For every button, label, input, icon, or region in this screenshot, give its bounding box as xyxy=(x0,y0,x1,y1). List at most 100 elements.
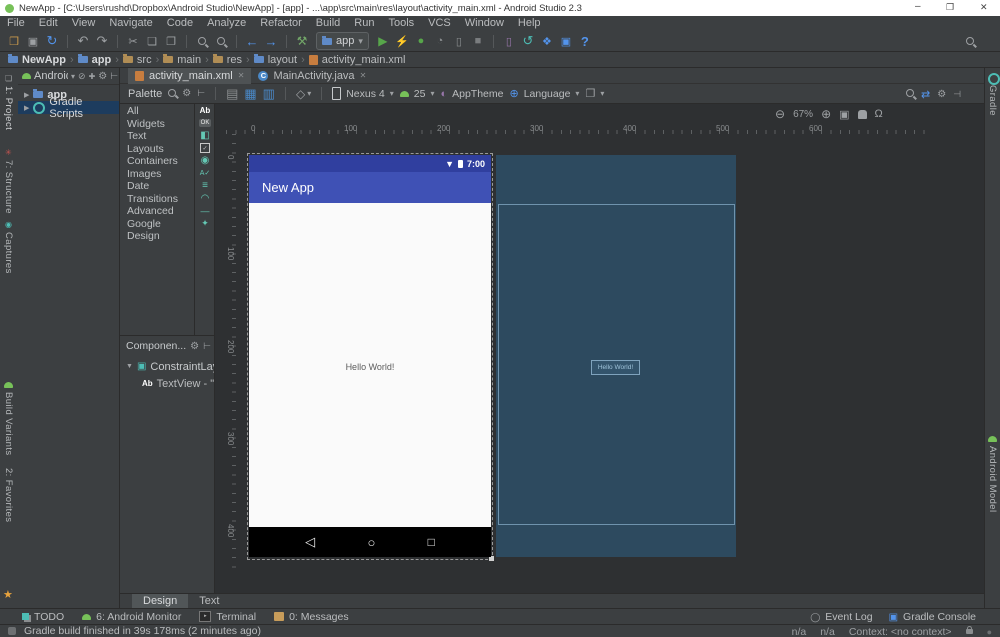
close-tab-icon[interactable]: ✕ xyxy=(360,71,367,80)
menu-file[interactable]: File xyxy=(0,16,32,31)
back-icon[interactable]: ← xyxy=(244,32,260,50)
tool-button-structure[interactable]: 7: Structure xyxy=(3,160,14,214)
tab-design-mode[interactable]: Design xyxy=(132,594,188,609)
breadcrumb-item-main[interactable]: main xyxy=(163,54,201,66)
switch-editor-icon[interactable]: ⇄ xyxy=(921,88,930,101)
zoom-in-icon[interactable]: ⊕ xyxy=(821,107,831,121)
run-configuration-select[interactable]: app ▾ xyxy=(316,32,369,50)
palette-category-advanced[interactable]: Advanced xyxy=(120,205,193,218)
editor-settings-gear-icon[interactable]: ⚙ xyxy=(937,89,946,100)
attach-debugger-icon[interactable]: ▯ xyxy=(451,32,467,50)
menu-code[interactable]: Code xyxy=(160,16,200,31)
language-selector[interactable]: ⊕ Language ▾ xyxy=(509,87,579,100)
tool-button-android-model[interactable]: Android Model xyxy=(987,446,998,512)
expander-icon[interactable]: ▶ xyxy=(24,104,29,112)
tool-button-todo[interactable]: TODO xyxy=(22,611,64,623)
help-icon[interactable]: ? xyxy=(577,32,593,50)
stop-icon[interactable]: ■ xyxy=(470,32,486,50)
maximize-button[interactable]: ❐ xyxy=(946,2,954,13)
spinner-widget-icon[interactable]: ≡ xyxy=(195,180,215,193)
checkbox-widget-icon[interactable]: ✓ xyxy=(195,142,215,155)
cut-icon[interactable]: ✂ xyxy=(125,32,141,50)
tool-button-terminal[interactable]: ▸Terminal xyxy=(199,611,256,623)
tool-button-project[interactable]: 1: Project xyxy=(3,86,14,130)
device-selector[interactable]: Nexus 4 ▾ xyxy=(332,87,394,100)
expand-all-icon[interactable]: ✚ xyxy=(89,72,96,81)
textview-widget-icon[interactable]: Ab xyxy=(195,104,215,117)
avd-manager-icon[interactable]: ▯ xyxy=(501,32,517,50)
palette-category-design[interactable]: Design xyxy=(120,230,193,243)
design-mode-icon[interactable]: ▤ xyxy=(226,86,238,102)
editor-search-icon[interactable] xyxy=(906,88,914,100)
palette-category-google[interactable]: Google xyxy=(120,218,193,231)
palette-category-date[interactable]: Date xyxy=(120,180,193,193)
status-context[interactable]: Context: <no context> xyxy=(849,626,952,637)
sdk-manager-icon[interactable]: ❖ xyxy=(539,32,555,50)
toggle-toolwindows-icon[interactable] xyxy=(8,627,16,635)
palette-search-icon[interactable] xyxy=(168,88,176,100)
make-project-icon[interactable]: ⚒ xyxy=(294,32,310,50)
radiobutton-widget-icon[interactable]: ◉ xyxy=(195,154,215,167)
breadcrumb-item-file[interactable]: activity_main.xml xyxy=(309,54,406,66)
palette-category-images[interactable]: Images xyxy=(120,168,193,181)
api-level-selector[interactable]: 25 ▾ xyxy=(400,88,435,100)
design-surface[interactable]: ⊖ 67% ⊕ ▣ Ω 0 100 200 300 400 500 600 0 … xyxy=(214,104,984,593)
hide-palette-icon[interactable]: ⊢ xyxy=(197,88,205,99)
tool-button-build-variants[interactable]: Build Variants xyxy=(3,392,14,456)
close-tab-icon[interactable]: ✕ xyxy=(238,71,245,80)
tree-item-constraintlayout[interactable]: ▼ ▣ ConstraintLayou... xyxy=(120,360,214,373)
menu-window[interactable]: Window xyxy=(458,16,511,31)
menu-analyze[interactable]: Analyze xyxy=(200,16,253,31)
notifications-bell-icon[interactable]: Ω xyxy=(875,108,883,120)
tab-mainactivity-java[interactable]: C MainActivity.java ✕ xyxy=(251,68,373,84)
both-mode-icon[interactable]: ▥ xyxy=(263,86,275,102)
breadcrumb-item-app[interactable]: app xyxy=(78,54,112,66)
palette-category-text[interactable]: Text xyxy=(120,130,193,143)
theme-selector[interactable]: ◐ AppTheme xyxy=(440,88,503,100)
menu-help[interactable]: Help xyxy=(511,16,548,31)
menu-vcs[interactable]: VCS xyxy=(421,16,458,31)
instant-run-icon[interactable]: ⚡ xyxy=(394,32,410,50)
quickcontactbadge-widget-icon[interactable]: ✦ xyxy=(195,217,215,230)
tool-button-gradle-console[interactable]: ▣Gradle Console xyxy=(889,611,976,623)
palette-category-transitions[interactable]: Transitions xyxy=(120,193,193,206)
hide-tree-icon[interactable]: ⊢ xyxy=(203,341,211,352)
breadcrumb-item-src[interactable]: src xyxy=(123,54,152,66)
palette-category-layouts[interactable]: Layouts xyxy=(120,143,193,156)
sync-project-gradle-icon[interactable]: ↺ xyxy=(520,32,536,50)
palette-category-widgets[interactable]: Widgets xyxy=(120,118,193,131)
pan-icon[interactable] xyxy=(858,110,867,119)
checkedtextview-widget-icon[interactable]: A✓ xyxy=(195,167,215,180)
progressbar-widget-icon[interactable]: ◠ xyxy=(195,192,215,205)
tool-button-captures[interactable]: Captures xyxy=(3,232,14,274)
tool-button-messages[interactable]: 0: Messages xyxy=(274,611,349,623)
tool-button-android-monitor[interactable]: 6: Android Monitor xyxy=(82,611,181,623)
expander-icon[interactable]: ▶ xyxy=(24,91,29,99)
menu-navigate[interactable]: Navigate xyxy=(102,16,159,31)
togglebutton-widget-icon[interactable]: ◧ xyxy=(195,129,215,142)
open-icon[interactable]: ❒ xyxy=(6,32,22,50)
paste-icon[interactable]: ❐ xyxy=(163,32,179,50)
menu-tools[interactable]: Tools xyxy=(381,16,421,31)
menu-build[interactable]: Build xyxy=(309,16,347,31)
palette-category-containers[interactable]: Containers xyxy=(120,155,193,168)
breadcrumb-item-layout[interactable]: layout xyxy=(254,54,297,66)
project-tree-item-gradle-scripts[interactable]: ▶ Gradle Scripts xyxy=(18,101,119,114)
status-message[interactable]: Gradle build finished in 39s 178ms (2 mi… xyxy=(24,625,261,637)
design-preview[interactable]: ▼ 7:00 New App Hello World! ◁ ○ □ xyxy=(249,155,491,557)
forward-icon[interactable]: → xyxy=(263,32,279,50)
hide-editor-icon[interactable]: ⊣ xyxy=(953,89,961,100)
project-structure-icon[interactable]: ▣ xyxy=(558,32,574,50)
panel-settings-gear-icon[interactable]: ⚙ xyxy=(98,71,107,82)
undo-icon[interactable]: ↶ xyxy=(75,32,91,50)
project-view-selector[interactable]: Android xyxy=(34,70,68,82)
breadcrumb-item-newapp[interactable]: NewApp xyxy=(8,54,66,66)
palette-settings-gear-icon[interactable]: ⚙ xyxy=(182,88,191,99)
seekbar-widget-icon[interactable]: — xyxy=(195,205,215,218)
breadcrumb-item-res[interactable]: res xyxy=(213,54,242,66)
redo-icon[interactable]: ↷ xyxy=(94,32,110,50)
find-in-path-icon[interactable] xyxy=(213,32,229,50)
close-button[interactable]: ✕ xyxy=(980,2,988,13)
hide-panel-icon[interactable]: ⊢ xyxy=(110,71,118,82)
design-hello-world-textview[interactable]: Hello World! xyxy=(249,362,491,372)
